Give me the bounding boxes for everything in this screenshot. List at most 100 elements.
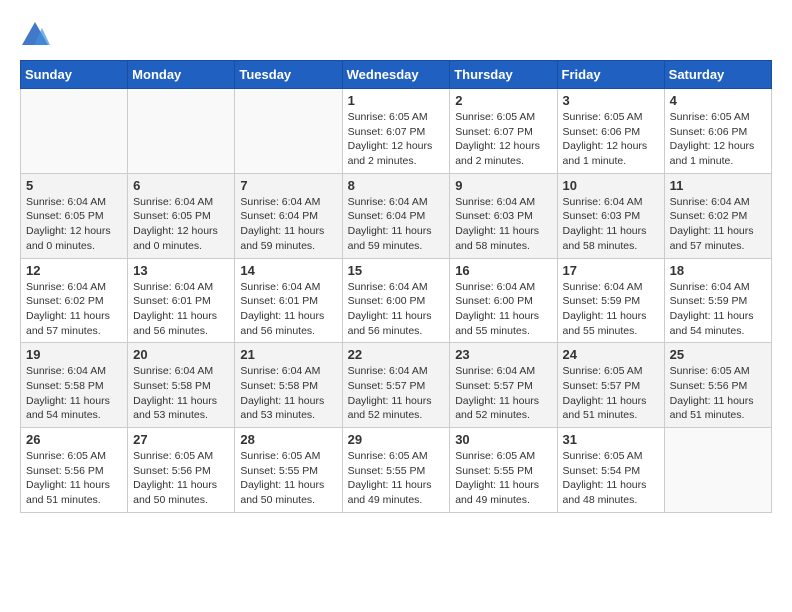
calendar-cell: 8 Sunrise: 6:04 AM Sunset: 6:04 PM Daylig… [342, 173, 450, 258]
day-info: Sunrise: 6:04 AM Sunset: 5:59 PM Dayligh… [563, 280, 659, 339]
day-number: 21 [240, 347, 336, 362]
weekday-header-tuesday: Tuesday [235, 61, 342, 89]
day-info: Sunrise: 6:04 AM Sunset: 5:59 PM Dayligh… [670, 280, 766, 339]
calendar-week-row: 1 Sunrise: 6:05 AM Sunset: 6:07 PM Daylig… [21, 89, 772, 174]
day-number: 6 [133, 178, 229, 193]
calendar-cell: 18Sunrise: 6:04 AM Sunset: 5:59 PM Dayli… [664, 258, 771, 343]
calendar-cell: 28 Sunrise: 6:05 AM Sunset: 5:55 PM Dayli… [235, 428, 342, 513]
calendar-cell: 12 Sunrise: 6:04 AM Sunset: 6:02 PM Dayli… [21, 258, 128, 343]
day-info: Sunrise: 6:05 AM Sunset: 6:06 PM Dayligh… [670, 110, 766, 169]
weekday-header-monday: Monday [128, 61, 235, 89]
day-info: Sunrise: 6:05 AM Sunset: 5:55 PM Dayligh… [240, 449, 336, 508]
calendar-week-row: 5 Sunrise: 6:04 AM Sunset: 6:05 PM Daylig… [21, 173, 772, 258]
day-number: 8 [348, 178, 445, 193]
day-info: Sunrise: 6:04 AM Sunset: 6:00 PM Dayligh… [455, 280, 551, 339]
calendar-cell: 26 Sunrise: 6:05 AM Sunset: 5:56 PM Dayli… [21, 428, 128, 513]
logo-icon [20, 20, 50, 50]
day-number: 30 [455, 432, 551, 447]
page-container: SundayMondayTuesdayWednesdayThursdayFrid… [20, 20, 772, 513]
calendar-cell: 30Sunrise: 6:05 AM Sunset: 5:55 PM Dayli… [450, 428, 557, 513]
weekday-header-friday: Friday [557, 61, 664, 89]
day-number: 14 [240, 263, 336, 278]
day-number: 9 [455, 178, 551, 193]
calendar-cell [664, 428, 771, 513]
calendar-cell: 20 Sunrise: 6:04 AM Sunset: 5:58 PM Dayli… [128, 343, 235, 428]
calendar-cell: 10 Sunrise: 6:04 AM Sunset: 6:03 PM Dayli… [557, 173, 664, 258]
day-info: Sunrise: 6:05 AM Sunset: 6:07 PM Dayligh… [455, 110, 551, 169]
calendar-cell: 4 Sunrise: 6:05 AM Sunset: 6:06 PM Daylig… [664, 89, 771, 174]
day-info: Sunrise: 6:04 AM Sunset: 6:02 PM Dayligh… [26, 280, 122, 339]
calendar-cell: 7Sunrise: 6:04 AM Sunset: 6:04 PM Daylig… [235, 173, 342, 258]
day-info: Sunrise: 6:04 AM Sunset: 5:58 PM Dayligh… [240, 364, 336, 423]
day-info: Sunrise: 6:04 AM Sunset: 6:01 PM Dayligh… [133, 280, 229, 339]
weekday-header-thursday: Thursday [450, 61, 557, 89]
weekday-header-wednesday: Wednesday [342, 61, 450, 89]
day-number: 27 [133, 432, 229, 447]
calendar-cell: 5 Sunrise: 6:04 AM Sunset: 6:05 PM Daylig… [21, 173, 128, 258]
day-number: 2 [455, 93, 551, 108]
calendar-cell [21, 89, 128, 174]
day-number: 3 [563, 93, 659, 108]
calendar-cell: 9 Sunrise: 6:04 AM Sunset: 6:03 PM Daylig… [450, 173, 557, 258]
calendar-cell: 21 Sunrise: 6:04 AM Sunset: 5:58 PM Dayli… [235, 343, 342, 428]
day-info: Sunrise: 6:05 AM Sunset: 5:56 PM Dayligh… [133, 449, 229, 508]
day-info: Sunrise: 6:04 AM Sunset: 5:58 PM Dayligh… [26, 364, 122, 423]
day-info: Sunrise: 6:04 AM Sunset: 6:03 PM Dayligh… [455, 195, 551, 254]
calendar-cell: 24 Sunrise: 6:05 AM Sunset: 5:57 PM Dayli… [557, 343, 664, 428]
day-number: 23 [455, 347, 551, 362]
calendar-cell: 27 Sunrise: 6:05 AM Sunset: 5:56 PM Dayli… [128, 428, 235, 513]
day-info: Sunrise: 6:05 AM Sunset: 6:07 PM Dayligh… [348, 110, 445, 169]
calendar-cell: 6 Sunrise: 6:04 AM Sunset: 6:05 PM Daylig… [128, 173, 235, 258]
calendar-table: SundayMondayTuesdayWednesdayThursdayFrid… [20, 60, 772, 513]
weekday-header-sunday: Sunday [21, 61, 128, 89]
day-info: Sunrise: 6:04 AM Sunset: 5:58 PM Dayligh… [133, 364, 229, 423]
calendar-week-row: 19 Sunrise: 6:04 AM Sunset: 5:58 PM Dayli… [21, 343, 772, 428]
day-number: 24 [563, 347, 659, 362]
calendar-cell: 14Sunrise: 6:04 AM Sunset: 6:01 PM Dayli… [235, 258, 342, 343]
day-info: Sunrise: 6:04 AM Sunset: 6:04 PM Dayligh… [240, 195, 336, 254]
day-info: Sunrise: 6:05 AM Sunset: 5:56 PM Dayligh… [26, 449, 122, 508]
calendar-cell: 17 Sunrise: 6:04 AM Sunset: 5:59 PM Dayli… [557, 258, 664, 343]
day-info: Sunrise: 6:04 AM Sunset: 6:05 PM Dayligh… [133, 195, 229, 254]
day-info: Sunrise: 6:04 AM Sunset: 6:04 PM Dayligh… [348, 195, 445, 254]
calendar-cell: 11Sunrise: 6:04 AM Sunset: 6:02 PM Dayli… [664, 173, 771, 258]
day-number: 5 [26, 178, 122, 193]
calendar-cell: 1 Sunrise: 6:05 AM Sunset: 6:07 PM Daylig… [342, 89, 450, 174]
calendar-week-row: 12 Sunrise: 6:04 AM Sunset: 6:02 PM Dayli… [21, 258, 772, 343]
day-number: 13 [133, 263, 229, 278]
logo [20, 20, 54, 50]
day-info: Sunrise: 6:04 AM Sunset: 6:03 PM Dayligh… [563, 195, 659, 254]
day-info: Sunrise: 6:05 AM Sunset: 6:06 PM Dayligh… [563, 110, 659, 169]
calendar-cell: 3 Sunrise: 6:05 AM Sunset: 6:06 PM Daylig… [557, 89, 664, 174]
day-number: 20 [133, 347, 229, 362]
day-number: 28 [240, 432, 336, 447]
day-number: 26 [26, 432, 122, 447]
calendar-cell: 31Sunrise: 6:05 AM Sunset: 5:54 PM Dayli… [557, 428, 664, 513]
day-info: Sunrise: 6:04 AM Sunset: 5:57 PM Dayligh… [455, 364, 551, 423]
day-number: 11 [670, 178, 766, 193]
day-number: 31 [563, 432, 659, 447]
day-number: 4 [670, 93, 766, 108]
day-info: Sunrise: 6:05 AM Sunset: 5:57 PM Dayligh… [563, 364, 659, 423]
calendar-cell: 25Sunrise: 6:05 AM Sunset: 5:56 PM Dayli… [664, 343, 771, 428]
calendar-cell: 19 Sunrise: 6:04 AM Sunset: 5:58 PM Dayli… [21, 343, 128, 428]
calendar-cell: 2 Sunrise: 6:05 AM Sunset: 6:07 PM Daylig… [450, 89, 557, 174]
day-info: Sunrise: 6:04 AM Sunset: 6:00 PM Dayligh… [348, 280, 445, 339]
calendar-header-row: SundayMondayTuesdayWednesdayThursdayFrid… [21, 61, 772, 89]
day-number: 17 [563, 263, 659, 278]
day-number: 15 [348, 263, 445, 278]
calendar-cell: 15 Sunrise: 6:04 AM Sunset: 6:00 PM Dayli… [342, 258, 450, 343]
weekday-header-saturday: Saturday [664, 61, 771, 89]
day-number: 10 [563, 178, 659, 193]
day-info: Sunrise: 6:05 AM Sunset: 5:56 PM Dayligh… [670, 364, 766, 423]
day-info: Sunrise: 6:05 AM Sunset: 5:55 PM Dayligh… [348, 449, 445, 508]
calendar-cell: 23 Sunrise: 6:04 AM Sunset: 5:57 PM Dayli… [450, 343, 557, 428]
calendar-cell: 16Sunrise: 6:04 AM Sunset: 6:00 PM Dayli… [450, 258, 557, 343]
calendar-cell [235, 89, 342, 174]
calendar-cell: 22Sunrise: 6:04 AM Sunset: 5:57 PM Dayli… [342, 343, 450, 428]
day-number: 19 [26, 347, 122, 362]
day-number: 12 [26, 263, 122, 278]
day-info: Sunrise: 6:04 AM Sunset: 6:05 PM Dayligh… [26, 195, 122, 254]
calendar-week-row: 26 Sunrise: 6:05 AM Sunset: 5:56 PM Dayli… [21, 428, 772, 513]
day-number: 1 [348, 93, 445, 108]
